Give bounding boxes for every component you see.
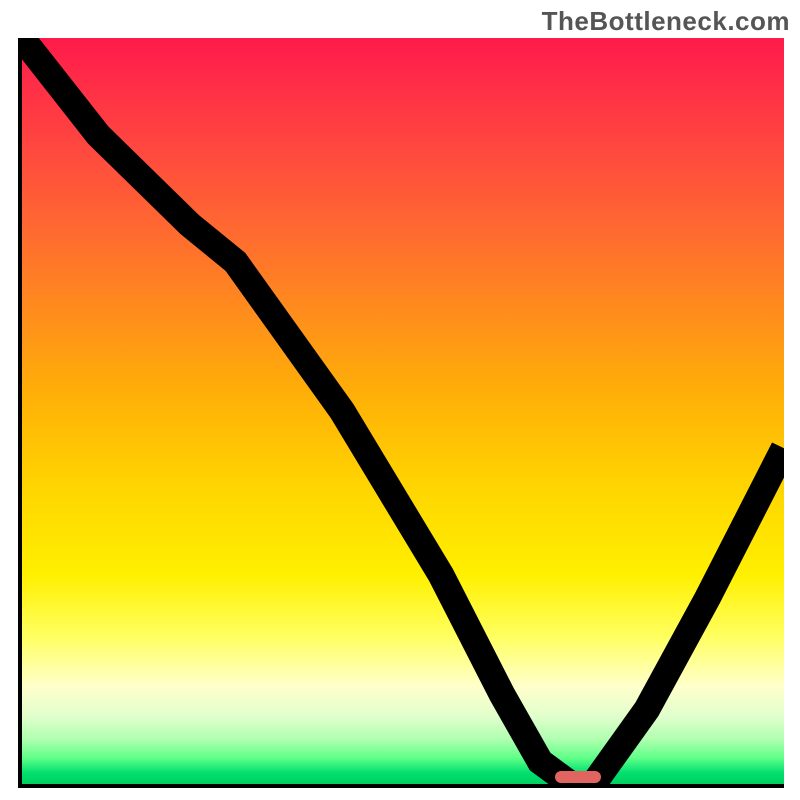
optimal-marker bbox=[555, 771, 601, 783]
bottleneck-chart: TheBottleneck.com bbox=[0, 0, 800, 800]
curve-path bbox=[22, 38, 784, 784]
watermark-text: TheBottleneck.com bbox=[542, 6, 790, 37]
bottleneck-curve bbox=[22, 38, 784, 784]
plot-area bbox=[18, 38, 784, 788]
